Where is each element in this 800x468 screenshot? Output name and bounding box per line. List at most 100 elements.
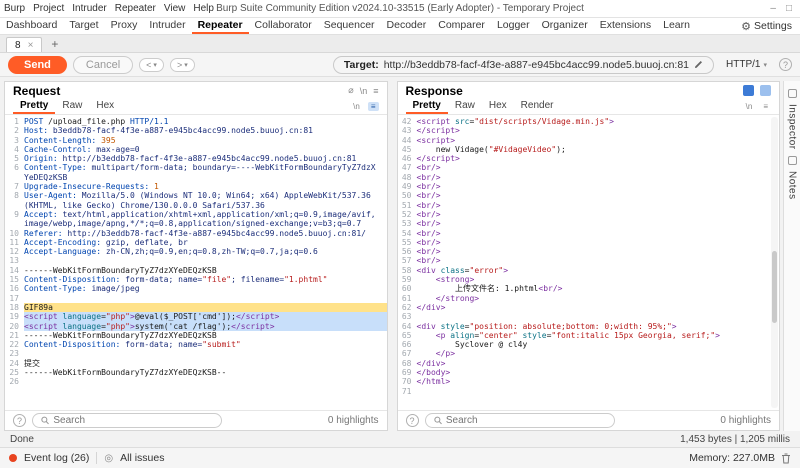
code-line: 51<br/> <box>398 201 780 210</box>
pretty-print-icon[interactable]: ≡ <box>760 102 771 111</box>
menu-items-repeater[interactable]: Repeater <box>111 3 160 14</box>
line-number: 3 <box>5 136 24 145</box>
main-tabs-repeater[interactable]: Repeater <box>192 18 249 34</box>
req-tabs-pretty[interactable]: Pretty <box>13 99 55 114</box>
line-number: 5 <box>5 154 24 163</box>
req-tabs-hex[interactable]: Hex <box>89 99 121 114</box>
code-line: 23 <box>5 349 387 358</box>
res-tabs-hex[interactable]: Hex <box>482 99 514 114</box>
menu-icon[interactable]: ≡ <box>373 86 378 96</box>
divider <box>96 452 97 464</box>
line-number: 57 <box>398 256 417 265</box>
code-line: 8User-Agent: Mozilla/5.0 (Windows NT 10.… <box>5 191 387 210</box>
line-number: 24 <box>5 359 24 368</box>
line-number: 51 <box>398 201 417 210</box>
code-line: 56<br/> <box>398 247 780 256</box>
main-tabs-learn[interactable]: Learn <box>657 18 696 34</box>
help-icon[interactable]: ? <box>779 58 792 71</box>
repeater-tab-8[interactable]: 8 × <box>6 37 42 52</box>
repeater-tab-label: 8 <box>15 40 21 51</box>
code-line: 21------WebKitFormBoundaryTyZ7dzXYeDEQzK… <box>5 331 387 340</box>
main-tabs-dashboard[interactable]: Dashboard <box>0 18 63 34</box>
main-tabs-sequencer[interactable]: Sequencer <box>318 18 381 34</box>
main-tabs-extensions[interactable]: Extensions <box>594 18 657 34</box>
settings-label: Settings <box>754 20 792 32</box>
layout-columns-icon[interactable] <box>743 85 754 96</box>
pencil-icon[interactable] <box>694 60 703 69</box>
tab-inspector[interactable]: Inspector <box>787 104 798 150</box>
tab-notes[interactable]: Notes <box>787 171 798 200</box>
response-search-input[interactable] <box>446 415 606 426</box>
menu-items-help[interactable]: Help <box>189 3 218 14</box>
menu-items-burp[interactable]: Burp <box>0 3 29 14</box>
main-tabs-comparer[interactable]: Comparer <box>432 18 491 34</box>
help-icon[interactable]: ? <box>13 414 26 427</box>
res-tabs-pretty[interactable]: Pretty <box>406 99 448 114</box>
newline-icon[interactable]: \n <box>360 86 368 96</box>
line-number: 15 <box>5 275 24 284</box>
code-line: 65 <p align="center" style="font:italic … <box>398 331 780 340</box>
newline-toggle-icon[interactable]: \n <box>743 102 756 111</box>
response-header-icons <box>743 85 771 96</box>
all-issues-button[interactable]: All issues <box>120 452 164 464</box>
layout-stacked-icon[interactable] <box>760 85 771 96</box>
add-tab-button[interactable]: + <box>45 37 64 52</box>
main-tabs-logger[interactable]: Logger <box>491 18 536 34</box>
code-line: 7Upgrade-Insecure-Requests: 1 <box>5 182 387 191</box>
panel-splitter[interactable] <box>391 81 394 431</box>
line-number: 66 <box>398 340 417 349</box>
code-line: 54<br/> <box>398 229 780 238</box>
menu-items-view[interactable]: View <box>160 3 190 14</box>
send-button[interactable]: Send <box>8 56 67 74</box>
code-line: 52<br/> <box>398 210 780 219</box>
status-bar: Event log (26) ◎ All issues Memory: 227.… <box>0 447 800 468</box>
code-line: 66 Syclover @ cl4y <box>398 340 780 349</box>
line-number: 45 <box>398 145 417 154</box>
response-editor[interactable]: 42<script src="dist/scripts/Vidage.min.j… <box>398 115 780 410</box>
maximize-icon[interactable]: □ <box>786 3 792 14</box>
code-line: 67 </p> <box>398 349 780 358</box>
scrollbar[interactable] <box>771 117 778 408</box>
code-line: 20<script language="php">system('cat /fl… <box>5 322 387 331</box>
settings-button[interactable]: ⚙ Settings <box>733 18 800 34</box>
close-icon[interactable]: × <box>28 40 34 51</box>
res-tabs-render[interactable]: Render <box>514 99 561 114</box>
line-number: 21 <box>5 331 24 340</box>
line-number: 8 <box>5 191 24 210</box>
request-search-input[interactable] <box>53 415 213 426</box>
newline-toggle-icon[interactable]: \n <box>350 102 363 111</box>
main-tabs-organizer[interactable]: Organizer <box>536 18 594 34</box>
main-tabs-target[interactable]: Target <box>63 18 104 34</box>
history-forward-button[interactable]: > ▾ <box>170 58 195 72</box>
res-tabs-raw[interactable]: Raw <box>448 99 482 114</box>
menu-items-intruder[interactable]: Intruder <box>68 3 110 14</box>
code-line: 18GIF89a <box>5 303 387 312</box>
scrollbar-thumb[interactable] <box>772 251 777 323</box>
pretty-print-icon[interactable]: ≡ <box>368 102 379 111</box>
line-number: 46 <box>398 154 417 163</box>
minimize-icon[interactable]: – <box>770 3 776 14</box>
line-number: 11 <box>5 238 24 247</box>
line-number: 26 <box>5 377 24 386</box>
history-back-button[interactable]: < ▾ <box>139 58 164 72</box>
response-tab-icons: \n ≡ <box>743 99 771 114</box>
code-line: 25------WebKitFormBoundaryTyZ7dzXYeDEQzK… <box>5 368 387 377</box>
main-tabs-collaborator[interactable]: Collaborator <box>249 18 318 34</box>
cancel-button[interactable]: Cancel <box>73 56 133 74</box>
request-editor[interactable]: 1POST /upload_file.php HTTP/1.12Host: b3… <box>5 115 387 410</box>
main-tabs-proxy[interactable]: Proxy <box>105 18 144 34</box>
menu-items-project[interactable]: Project <box>29 3 68 14</box>
main-tabs-decoder[interactable]: Decoder <box>381 18 433 34</box>
line-number: 52 <box>398 210 417 219</box>
code-line: 61 </strong> <box>398 294 780 303</box>
main-tabs: DashboardTargetProxyIntruderRepeaterColl… <box>0 18 696 34</box>
exclude-scope-icon[interactable]: ⌀ <box>348 85 353 96</box>
main-tabs-intruder[interactable]: Intruder <box>143 18 191 34</box>
help-icon[interactable]: ? <box>406 414 419 427</box>
event-log-button[interactable]: Event log (26) <box>24 452 89 464</box>
target-field[interactable]: Target: http://b3eddb78-facf-4f3e-a887-e… <box>333 56 714 74</box>
http-version-selector[interactable]: HTTP/1 ▾ <box>721 57 772 72</box>
line-number: 4 <box>5 145 24 154</box>
req-tabs-raw[interactable]: Raw <box>55 99 89 114</box>
trash-icon[interactable] <box>781 453 791 464</box>
